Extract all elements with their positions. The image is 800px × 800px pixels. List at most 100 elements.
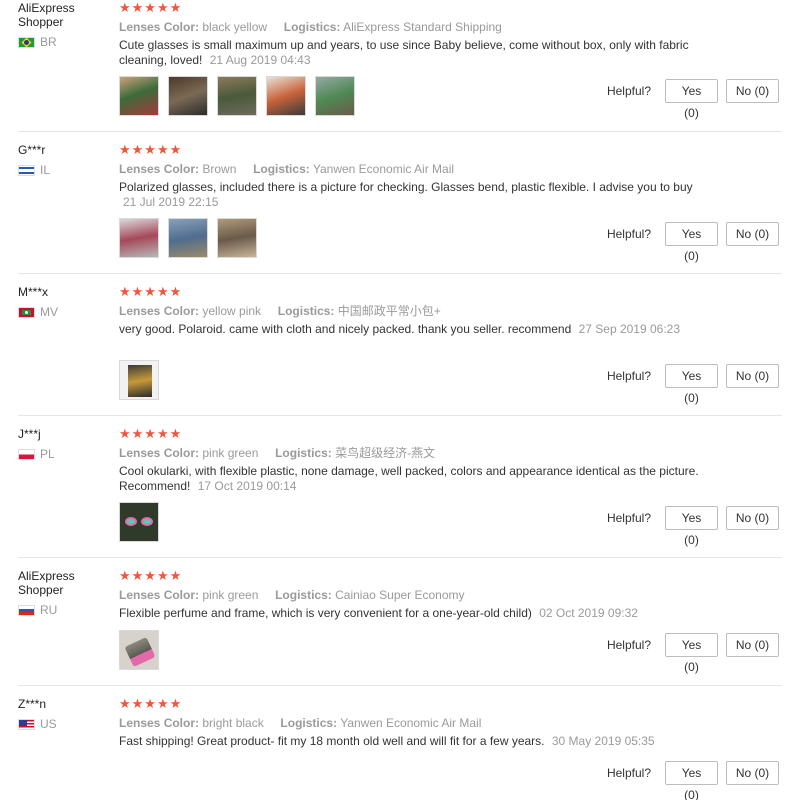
logistics-value: AliExpress Standard Shipping [343,20,502,34]
helpful-no-button[interactable]: No (0) [726,364,779,388]
review-content: ★★★★★ Lenses Color: pink green Logistics… [119,427,779,494]
review-content: ★★★★★ Lenses Color: Brown Logistics: Yan… [119,143,779,210]
country-code: BR [40,35,57,49]
review-photo-thumbnail[interactable] [119,76,159,116]
lenses-color-label: Lenses Color: [119,162,200,176]
reviewer-info: AliExpress Shopper RU [18,569,113,617]
reviewer-country: IL [18,163,113,177]
helpful-yes-button[interactable]: Yes (0) [665,79,718,120]
country-code: IL [40,163,51,177]
helpful-no-button[interactable]: No (0) [726,506,779,530]
helpful-yes-button[interactable]: Yes (0) [665,506,718,547]
review-divider [18,685,782,686]
logistics-label: Logistics: [275,588,332,602]
lenses-color-value: Brown [202,162,237,176]
lenses-color-label: Lenses Color: [119,20,200,34]
star-rating: ★★★★★ [119,426,183,441]
review-photo-thumbnail[interactable] [315,76,355,116]
review-photo-thumbnail[interactable] [217,76,257,116]
review-content: ★★★★★ Lenses Color: bright black Logisti… [119,697,779,749]
helpful-no-button[interactable]: No (0) [726,633,779,657]
reviewer-info: AliExpress Shopper BR [18,1,113,49]
logistics-label: Logistics: [280,716,338,730]
review-meta: Lenses Color: yellow pink Logistics: 中国邮… [119,303,779,319]
russia-flag-icon [18,604,35,616]
review-date: 27 Sep 2019 06:23 [578,322,681,336]
logistics-value: Yanwen Economic Air Mail [340,716,482,730]
helpful-yes-button[interactable]: Yes (0) [665,633,718,674]
helpful-yes-button[interactable]: Yes (0) [665,222,718,263]
maldives-flag-icon [18,306,35,318]
review-meta: Lenses Color: pink green Logistics: Cain… [119,587,779,603]
reviewer-country: PL [18,447,113,461]
helpful-no-button[interactable]: No (0) [726,79,779,103]
review-date: 02 Oct 2019 09:32 [539,606,638,620]
helpful-yes-button[interactable]: Yes (0) [665,364,718,405]
review-photo-thumbnail[interactable] [119,218,159,258]
helpful-label: Helpful? [606,227,651,241]
helpful-label: Helpful? [606,638,651,652]
review-divider [18,415,782,416]
logistics-label: Logistics: [275,446,332,460]
helpful-vote: Helpful? Yes (0) No (0) [606,364,779,405]
reviewer-country: RU [18,603,113,617]
reviewer-country: US [18,717,113,731]
lenses-color-value: yellow pink [202,304,262,318]
review-photo-thumbnail[interactable] [119,360,159,400]
logistics-value: Yanwen Economic Air Mail [312,162,455,176]
review-content: ★★★★★ Lenses Color: pink green Logistics… [119,569,779,621]
review-photo-thumbnail[interactable] [168,76,208,116]
lenses-color-label: Lenses Color: [119,446,200,460]
review-photos [119,630,159,670]
star-rating: ★★★★★ [119,284,183,299]
review-photo-thumbnail[interactable] [217,218,257,258]
helpful-yes-button[interactable]: Yes (0) [665,761,718,800]
helpful-no-button[interactable]: No (0) [726,761,779,785]
lenses-color-value: bright black [202,716,264,730]
helpful-vote: Helpful? Yes (0) No (0) [607,761,779,800]
united-states-flag-icon [18,718,35,730]
review-date: 21 Jul 2019 22:15 [123,195,219,209]
review-text: Fast shipping! Great product- fit my 18 … [119,734,704,749]
helpful-no-button[interactable]: No (0) [726,222,779,246]
review-date: 17 Oct 2019 00:14 [197,479,297,493]
logistics-value: Cainiao Super Economy [335,588,465,602]
review-text: Polarized glasses, included there is a p… [119,180,704,210]
review-meta: Lenses Color: Brown Logistics: Yanwen Ec… [119,161,779,177]
poland-flag-icon [18,448,35,460]
helpful-label: Helpful? [606,369,651,383]
lenses-color-label: Lenses Color: [119,588,200,602]
lenses-color-value: pink green [202,588,259,602]
review-content: ★★★★★ Lenses Color: black yellow Logisti… [119,1,779,68]
lenses-color-label: Lenses Color: [119,304,200,318]
review-photo-thumbnail[interactable] [119,502,159,542]
country-code: PL [40,447,55,461]
review-divider [18,131,782,132]
reviewer-info: J***j PL [18,427,113,461]
reviewer-name: G***r [18,143,46,157]
brazil-flag-icon [18,36,35,48]
reviewer-name: AliExpress Shopper [18,569,75,597]
review-photo-thumbnail[interactable] [266,76,306,116]
country-code: US [40,717,57,731]
logistics-value: 菜鸟超级经济-燕文 [335,446,436,460]
review-body: very good. Polaroid. came with cloth and… [119,322,572,336]
review-photo-thumbnail[interactable] [168,218,208,258]
review-date: 21 Aug 2019 04:43 [209,53,311,67]
review-photos [119,76,355,116]
logistics-label: Logistics: [253,162,310,176]
reviewer-country: MV [18,305,113,319]
reviewer-info: M***x MV [18,285,113,319]
review-photo-thumbnail[interactable] [119,630,159,670]
review-divider [18,273,782,274]
review-meta: Lenses Color: black yellow Logistics: Al… [119,19,779,35]
review-text: Cute glasses is small maximum up and yea… [119,38,704,68]
review-text: very good. Polaroid. came with cloth and… [119,322,704,337]
helpful-vote: Helpful? Yes (0) No (0) [606,633,779,674]
review-content: ★★★★★ Lenses Color: yellow pink Logistic… [119,285,779,337]
helpful-vote: Helpful? Yes (0) No (0) [607,506,779,547]
review-divider [18,557,782,558]
reviewer-name: M***x [18,285,49,299]
review-body: Polarized glasses, included there is a p… [119,180,693,194]
review-meta: Lenses Color: bright black Logistics: Ya… [119,715,779,731]
